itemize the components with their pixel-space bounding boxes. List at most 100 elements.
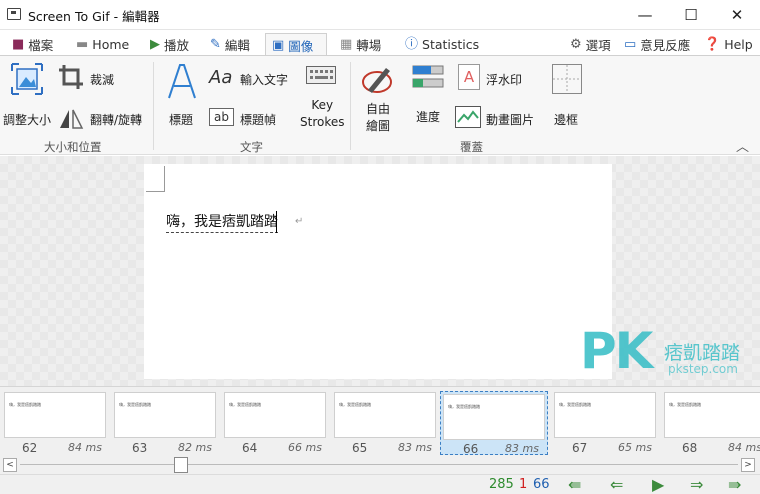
flip-rotate-button[interactable]: 翻轉/旋轉 <box>90 111 142 128</box>
tab-image[interactable]: ▣ 圖像 <box>265 33 327 56</box>
frame-thumbnail[interactable]: 嗨，我是痞凱踏踏 67 65 ms <box>554 392 656 455</box>
minimize-button[interactable]: — <box>622 0 668 30</box>
frame-thumbnail[interactable]: 嗨，我是痞凱踏踏 68 84 ms <box>664 392 760 454</box>
frame-number: 62 <box>22 441 38 455</box>
ribbon-separator <box>153 62 154 150</box>
frame-duration: 84 ms <box>68 441 102 454</box>
border-icon <box>552 64 582 94</box>
title-frame-button[interactable]: 標題幀 <box>240 111 276 128</box>
flip-rotate-icon <box>58 108 84 130</box>
tab-file[interactable]: ■ 檔案 <box>6 33 59 56</box>
previous-frame-icon[interactable]: ⇐ <box>610 476 623 494</box>
tab-home[interactable]: ▬ Home <box>70 33 135 56</box>
text-cursor <box>276 211 277 233</box>
thumbnail-text: 嗨，我是痞凱踏踏 <box>9 402 41 407</box>
help-button[interactable]: ❓ Help <box>698 33 759 56</box>
last-frame-icon[interactable]: ⇛ <box>728 476 741 494</box>
tab-edit[interactable]: ✎ 編輯 <box>204 33 256 56</box>
info-icon: ⓘ <box>405 37 419 52</box>
watermark-text: 痞凱踏踏 <box>664 342 741 364</box>
progress-button[interactable]: 進度 <box>416 108 440 125</box>
maximize-button[interactable]: ☐ <box>668 0 714 30</box>
help-icon: ❓ <box>704 37 721 52</box>
pencil-icon: ✎ <box>210 37 221 52</box>
crop-button[interactable]: 裁減 <box>90 71 114 88</box>
resize-button[interactable]: 調整大小 <box>3 111 51 128</box>
key-strokes-button[interactable]: Key Strokes <box>300 97 345 131</box>
thumbnail-text: 嗨，我是痞凱踏踏 <box>669 402 701 407</box>
frame-strip-scrollbar[interactable]: < > <box>0 456 760 474</box>
app-icon <box>7 8 21 20</box>
free-text-button[interactable]: 輸入文字 <box>240 71 288 88</box>
frame-duration: 66 ms <box>288 441 322 454</box>
group-label-size: 大小和位置 <box>44 140 102 154</box>
selected-frames-count: 1 <box>519 477 528 492</box>
scroll-track[interactable] <box>20 464 738 465</box>
current-frame-number: 66 <box>533 477 550 492</box>
watermark-button[interactable]: 浮水印 <box>486 71 522 88</box>
cinemagraph-icon <box>455 106 481 128</box>
ribbon-separator <box>350 62 351 150</box>
keyboard-icon <box>306 66 336 84</box>
border-button[interactable]: 邊框 <box>554 111 578 128</box>
return-mark-icon: ↵ <box>295 216 304 227</box>
resize-icon <box>10 62 46 98</box>
collapse-ribbon-icon[interactable]: ︿ <box>736 136 749 155</box>
page-corner-mark <box>146 166 165 192</box>
frame-number: 67 <box>572 441 588 455</box>
thumbnail-text: 嗨，我是痞凱踏踏 <box>339 402 371 407</box>
frame-thumbnail[interactable]: 嗨，我是痞凱踏踏 63 82 ms <box>114 392 216 455</box>
scroll-left-button[interactable]: < <box>3 458 17 472</box>
total-frames-count: 285 <box>489 477 514 492</box>
caption-icon <box>165 62 199 100</box>
play-icon: ▶ <box>150 37 160 52</box>
progress-icon <box>412 64 444 90</box>
watermark-icon: A <box>458 64 480 90</box>
gear-icon: ⚙ <box>570 37 582 52</box>
caption-button[interactable]: 標題 <box>169 111 193 128</box>
feedback-button[interactable]: ▭ 意見反應 <box>618 33 696 56</box>
frame-duration: 83 ms <box>398 441 432 454</box>
image-icon: ▣ <box>272 37 285 53</box>
free-drawing-button[interactable]: 自由 繪圖 <box>366 101 390 135</box>
frame-number: 68 <box>682 441 698 454</box>
thumbnail-text: 嗨，我是痞凱踏踏 <box>229 402 261 407</box>
group-label-text: 文字 <box>240 140 263 154</box>
tab-statistics[interactable]: ⓘ Statistics <box>399 33 485 56</box>
tab-playback[interactable]: ▶ 播放 <box>144 33 195 56</box>
save-icon: ■ <box>12 37 25 52</box>
ribbon-panel: 調整大小 裁減 翻轉/旋轉 大小和位置 標題 Aa 輸入文字 ab 標題幀 Ke… <box>0 55 760 155</box>
thumbnail-text: 嗨，我是痞凱踏踏 <box>559 402 591 407</box>
frame-thumbnail[interactable]: 嗨，我是痞凱踏踏 62 84 ms <box>4 392 106 455</box>
options-button[interactable]: ⚙ 選項 <box>564 33 617 56</box>
tab-transitions[interactable]: ▦ 轉場 <box>334 33 387 56</box>
frame-duration: 83 ms <box>505 442 539 455</box>
play-preview-icon[interactable]: ▶ <box>652 476 664 494</box>
close-button[interactable]: ✕ <box>714 0 760 30</box>
frame-preview: 嗨，我是痞凱踏踏 ↵ <box>144 164 612 379</box>
frame-thumbnail[interactable]: 嗨，我是痞凱踏踏 65 83 ms <box>334 392 436 455</box>
scroll-thumb[interactable] <box>174 457 188 473</box>
frame-number: 64 <box>242 441 258 455</box>
thumbnail-text: 嗨，我是痞凱踏踏 <box>448 404 480 409</box>
thumbnail-text: 嗨，我是痞凱踏踏 <box>119 402 151 407</box>
cinemagraph-button[interactable]: 動畫圖片 <box>486 111 534 128</box>
frame-thumbnail-selected[interactable]: 嗨，我是痞凱踏踏 66 83 ms <box>440 391 548 456</box>
first-frame-icon[interactable]: ⇚ <box>568 476 581 494</box>
group-label-overlay: 覆蓋 <box>460 140 483 154</box>
ribbon-tab-bar: ■ 檔案 ▬ Home ▶ 播放 ✎ 編輯 ▣ 圖像 ▦ 轉場 ⓘ Statis… <box>0 30 760 56</box>
frame-number: 63 <box>132 441 148 455</box>
frame-number: 66 <box>463 442 479 456</box>
next-frame-icon[interactable]: ⇒ <box>690 476 703 494</box>
editor-canvas[interactable]: 嗨，我是痞凱踏踏 ↵ PK 痞凱踏踏 pkstep.com <box>0 156 760 386</box>
status-bar: 285 1 66 ⇚ ⇐ ▶ ⇒ ⇛ <box>0 474 760 494</box>
frame-duration: 82 ms <box>178 441 212 454</box>
free-text-icon: Aa <box>209 67 233 88</box>
scroll-right-button[interactable]: > <box>741 458 755 472</box>
document-text: 嗨，我是痞凱踏踏 <box>166 212 278 233</box>
home-icon: ▬ <box>76 37 89 52</box>
feedback-icon: ▭ <box>624 37 637 52</box>
frame-thumbnail[interactable]: 嗨，我是痞凱踏踏 64 66 ms <box>224 392 326 455</box>
window-title: Screen To Gif - 編輯器 <box>28 9 160 24</box>
frame-duration: 65 ms <box>618 441 652 454</box>
